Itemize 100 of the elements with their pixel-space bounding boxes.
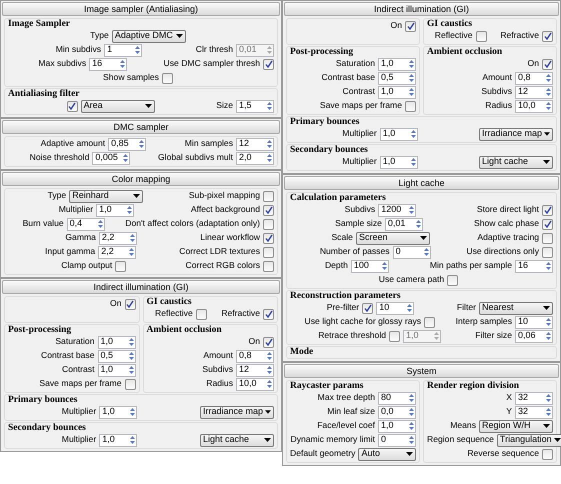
spin-field[interactable]: 1,0 (99, 434, 138, 446)
field-label: On (248, 337, 260, 347)
spin-field[interactable]: 12 (236, 138, 274, 150)
field-label: Use directions only (465, 247, 539, 257)
spin-field[interactable]: 1,5 (236, 100, 274, 112)
field-label: Filter size (474, 331, 512, 341)
spin-field[interactable]: 0,5 (378, 72, 416, 84)
dropdown[interactable]: Irradiance map (200, 406, 274, 418)
field-label: Multiplier (58, 205, 94, 215)
field-label: Retrace threshold (317, 331, 386, 341)
spin-field[interactable]: 2,2 (98, 232, 137, 244)
spin-field[interactable]: 0 (378, 434, 416, 446)
spin-field[interactable]: 2,0 (236, 152, 274, 164)
field-label: Linear workflow (199, 233, 260, 243)
spin-field[interactable]: 12 (515, 86, 553, 98)
field-label: Multiplier (60, 435, 96, 445)
rollout-header[interactable]: Light cache (284, 176, 559, 190)
group-title: Post-processing (290, 47, 354, 57)
spin-field[interactable]: 1,0 (378, 420, 416, 432)
spin-field[interactable]: 32 (515, 392, 553, 404)
spin-field[interactable]: 16 (515, 260, 553, 272)
dropdown[interactable]: Auto (358, 448, 416, 460)
field-label: Reflective (154, 309, 193, 319)
field-label: Burn value (22, 219, 64, 229)
group-title: Render region division (427, 381, 520, 391)
field-label: Reverse sequence (466, 449, 539, 459)
spin-field[interactable]: 16 (89, 58, 128, 70)
rollout-header[interactable]: Image sampler (Antialiasing) (2, 2, 280, 16)
spin-field[interactable]: 1,0 (96, 204, 134, 216)
field-label: Correct LDR textures (178, 247, 260, 257)
spin-field[interactable]: 0,5 (98, 350, 136, 362)
field-label: On (109, 299, 122, 309)
field-label: Max tree depth (316, 393, 375, 403)
spin-field[interactable]: 32 (515, 406, 553, 418)
field-label: Amount (202, 351, 233, 361)
group-title: Raycaster params (290, 381, 364, 391)
field-label: Save maps per frame (38, 379, 122, 389)
spin-field[interactable]: 10,0 (236, 378, 274, 390)
spin-field[interactable]: 0,0 (378, 406, 416, 418)
group-title: Post-processing (8, 325, 72, 335)
field-label: Refractive (499, 31, 539, 41)
field-label: Sample size (334, 219, 382, 229)
dropdown[interactable]: Irradiance map (479, 128, 553, 140)
spin-field[interactable]: 10 (515, 316, 553, 328)
field-label: Multiplier (60, 407, 96, 417)
field-label: On (526, 59, 539, 69)
spin-field[interactable]: 12 (236, 364, 274, 376)
dropdown[interactable]: Region W/H (479, 420, 553, 432)
spin-field[interactable]: 0,005 (92, 152, 130, 164)
dropdown[interactable]: Screen (356, 232, 430, 244)
field-label: Min subdivs (54, 45, 102, 55)
dropdown[interactable]: Light cache (200, 434, 274, 446)
field-label: Show samples (102, 73, 159, 83)
spin-field[interactable]: 0,4 (66, 218, 105, 230)
field-label: Type (46, 191, 66, 201)
field-label: Reflective (434, 31, 473, 41)
spin-field[interactable]: 0 (392, 246, 431, 258)
dropdown[interactable]: Reinhard (69, 190, 144, 202)
spin-field[interactable]: 1200 (378, 204, 416, 216)
spin-field[interactable]: 10 (376, 302, 414, 314)
spin-field[interactable]: 0,8 (236, 350, 274, 362)
field-label: Filter (456, 303, 476, 313)
rollout-header[interactable]: Indirect illumination (GI) (2, 280, 280, 294)
spin-field[interactable]: 1,0 (378, 58, 416, 70)
field-label: Dynamic memory limit (290, 435, 375, 445)
field-label: Max subdivs (37, 59, 86, 69)
spin-field[interactable]: 0,8 (515, 72, 553, 84)
spin-field[interactable]: 80 (378, 392, 416, 404)
field-label: Min samples (184, 139, 233, 149)
field-label: Contrast base (40, 351, 94, 361)
field-label: Use DMC sampler thresh (162, 59, 260, 69)
rollout-header[interactable]: System (284, 364, 559, 378)
spin-field[interactable]: 10,0 (515, 100, 553, 112)
field-label: On (390, 21, 402, 31)
spin-field[interactable]: 1,0 (380, 128, 418, 140)
spin-field[interactable]: 1,0 (98, 336, 136, 348)
dropdown[interactable]: Light cache (479, 156, 553, 168)
spin-field[interactable]: 0,85 (108, 138, 146, 150)
spin-field[interactable]: 1,0 (99, 406, 138, 418)
rollout-header[interactable]: Indirect illumination (GI) (284, 2, 559, 16)
rollout-header[interactable]: Color mapping (2, 172, 280, 186)
field-label: Subdivs (480, 87, 512, 97)
field-label: Subdivs (344, 205, 376, 215)
field-label: Scale (330, 233, 353, 243)
spin-field[interactable]: 0,06 (515, 330, 553, 342)
spin-field[interactable]: 2,2 (98, 246, 136, 258)
spin-field[interactable]: 1 (104, 44, 142, 56)
dropdown[interactable]: Adaptive DMC (112, 30, 186, 42)
dropdown[interactable]: Triangulation (496, 434, 561, 446)
field-label: Pre-filter (326, 303, 360, 313)
dropdown[interactable]: Nearest (479, 302, 553, 314)
spin-field[interactable]: 100 (350, 260, 389, 272)
spin-field[interactable]: 0,01 (384, 218, 423, 230)
spin-field[interactable]: 1,0 (98, 364, 136, 376)
spin-field[interactable]: 1,0 (378, 86, 416, 98)
group-title: Primary bounces (290, 117, 360, 127)
field-label: Region sequence (427, 435, 494, 445)
rollout-header[interactable]: DMC sampler (2, 120, 280, 134)
spin-field[interactable]: 1,0 (380, 156, 418, 168)
dropdown[interactable]: Area (80, 100, 155, 112)
